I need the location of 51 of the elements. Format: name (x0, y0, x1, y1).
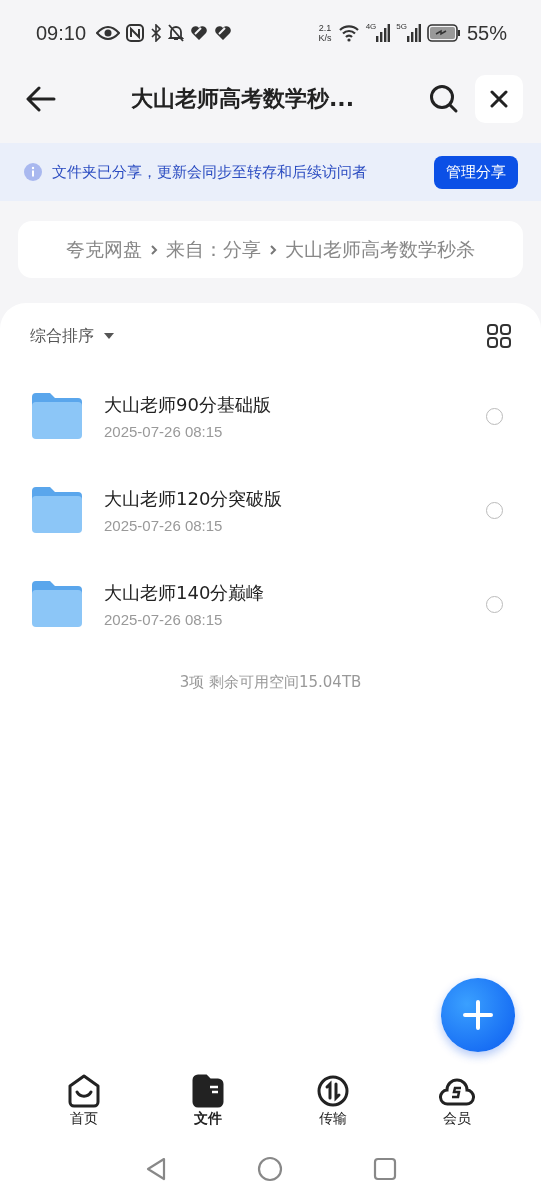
nav-tab[interactable]: 传输 (314, 1074, 351, 1138)
status-time: 09:10 (36, 21, 87, 45)
network-label: 5G (396, 22, 407, 31)
caret-icon (104, 332, 114, 340)
grid-view-button[interactable] (487, 324, 511, 348)
sort-dropdown[interactable]: 综合排序 (30, 325, 114, 347)
close-button[interactable] (475, 75, 523, 123)
file-name: 大山老师140分巅峰 (104, 580, 266, 605)
info-icon (24, 163, 42, 181)
heart-icon (190, 25, 209, 41)
nav-tab[interactable]: 会员 (438, 1074, 475, 1138)
folder-icon (30, 579, 84, 629)
signal-icon (406, 24, 421, 42)
storage-summary: 3项 剩余可用空间15.04TB (178, 673, 363, 692)
chevron-icon (150, 243, 158, 256)
file-row[interactable]: 大山老师120分突破版 2025-07-26 08:15 (0, 463, 541, 557)
heart-icon (214, 25, 233, 41)
network-speed: 2.1 K/s (318, 23, 332, 43)
file-row[interactable]: 大山老师140分巅峰 2025-07-26 08:15 (0, 557, 541, 651)
nfc-icon (126, 24, 145, 42)
file-row[interactable]: 大山老师90分基础版 2025-07-26 08:15 (0, 369, 541, 463)
file-name: 大山老师90分基础版 (104, 392, 272, 417)
close-icon (490, 90, 508, 108)
share-notice: 文件夹已分享，更新会同步至转存和后续访问者 (52, 162, 368, 182)
folder-icon (30, 485, 84, 535)
battery-icon (426, 24, 461, 42)
back-nav-icon[interactable] (144, 1157, 167, 1181)
page-title: 大山老师高考数学秒... (129, 85, 356, 113)
recents-nav-icon[interactable] (372, 1157, 397, 1181)
breadcrumb-item[interactable]: 大山老师高考数学秒杀 (285, 236, 475, 263)
bell-muted-icon (168, 24, 185, 42)
wifi-icon (337, 24, 360, 42)
eye-icon (96, 25, 121, 41)
breadcrumb-item[interactable]: 夸克网盘 (66, 236, 142, 263)
file-name: 大山老师120分突破版 (104, 486, 284, 511)
battery-percent: 55% (466, 21, 507, 45)
file-date: 2025-07-26 08:15 (104, 422, 224, 440)
nav-tab[interactable]: 首页 (66, 1074, 103, 1138)
folder-icon (30, 391, 84, 441)
home-nav-icon[interactable] (256, 1156, 283, 1182)
file-date: 2025-07-26 08:15 (104, 516, 224, 534)
chevron-icon (269, 243, 277, 256)
file-date: 2025-07-26 08:15 (104, 610, 224, 628)
signal-icon (376, 24, 391, 42)
add-button[interactable] (441, 978, 515, 1052)
nav-tab[interactable]: 文件 (190, 1074, 227, 1138)
manage-share-button[interactable]: 管理分享 (434, 155, 518, 189)
breadcrumb-item[interactable]: 来自：分享 (166, 236, 261, 263)
bluetooth-icon (150, 24, 163, 42)
plus-icon (463, 1000, 493, 1030)
network-label: 4G (365, 22, 377, 31)
